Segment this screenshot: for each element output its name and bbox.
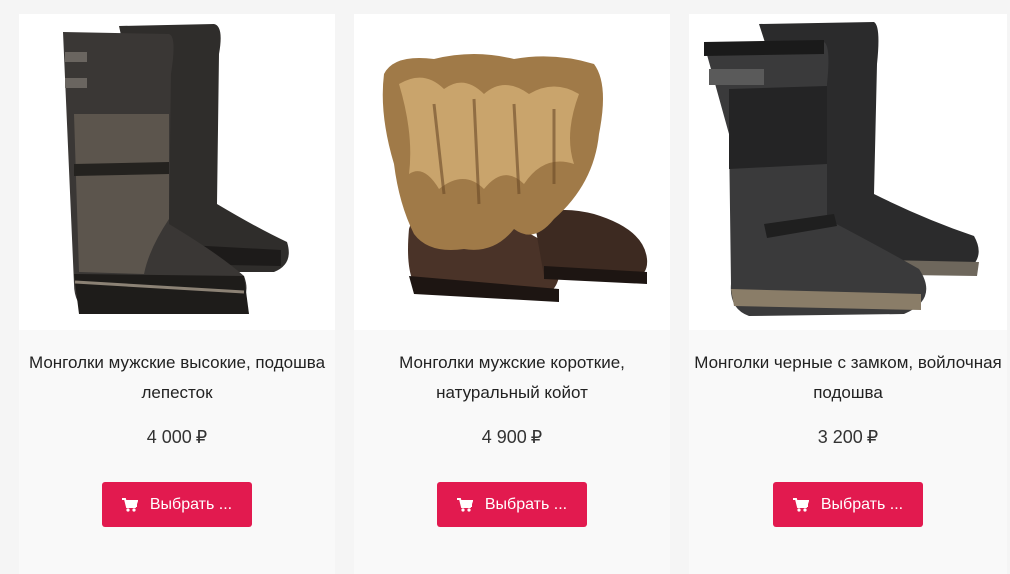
select-button[interactable]: Выбрать ... <box>773 482 923 527</box>
price-value: 4 000 <box>146 427 192 447</box>
product-image[interactable] <box>354 14 670 330</box>
shopping-cart-icon <box>456 497 473 512</box>
currency-symbol: ₽ <box>530 427 543 447</box>
select-button[interactable]: Выбрать ... <box>102 482 252 527</box>
product-card: Монголки черные с замком, войлочная подо… <box>689 14 1007 574</box>
shopping-cart-icon <box>121 497 138 512</box>
black-zip-boots-illustration <box>704 22 979 316</box>
shopping-cart-icon <box>792 497 809 512</box>
price-value: 3 200 <box>817 427 863 447</box>
product-title[interactable]: Монголки черные с замком, войлочная подо… <box>689 348 1007 408</box>
select-button-label: Выбрать ... <box>484 495 568 513</box>
tall-leather-boots-illustration <box>63 24 289 314</box>
product-price: 4 000 ₽ <box>19 427 335 448</box>
product-price: 3 200 ₽ <box>689 427 1007 448</box>
select-button[interactable]: Выбрать ... <box>437 482 587 527</box>
select-button-label: Выбрать ... <box>820 495 904 513</box>
currency-symbol: ₽ <box>866 427 879 447</box>
fur-boots-illustration <box>382 54 648 302</box>
product-title[interactable]: Монголки мужские короткие, натуральный к… <box>354 348 670 408</box>
product-image[interactable] <box>19 14 335 330</box>
product-card: Монголки мужские высокие, подошва лепест… <box>19 14 335 574</box>
product-price: 4 900 ₽ <box>354 427 670 448</box>
product-card: Монголки мужские короткие, натуральный к… <box>354 14 670 574</box>
price-value: 4 900 <box>481 427 527 447</box>
select-button-label: Выбрать ... <box>149 495 233 513</box>
currency-symbol: ₽ <box>195 427 208 447</box>
product-title[interactable]: Монголки мужские высокие, подошва лепест… <box>19 348 335 408</box>
product-image[interactable] <box>689 14 1007 330</box>
